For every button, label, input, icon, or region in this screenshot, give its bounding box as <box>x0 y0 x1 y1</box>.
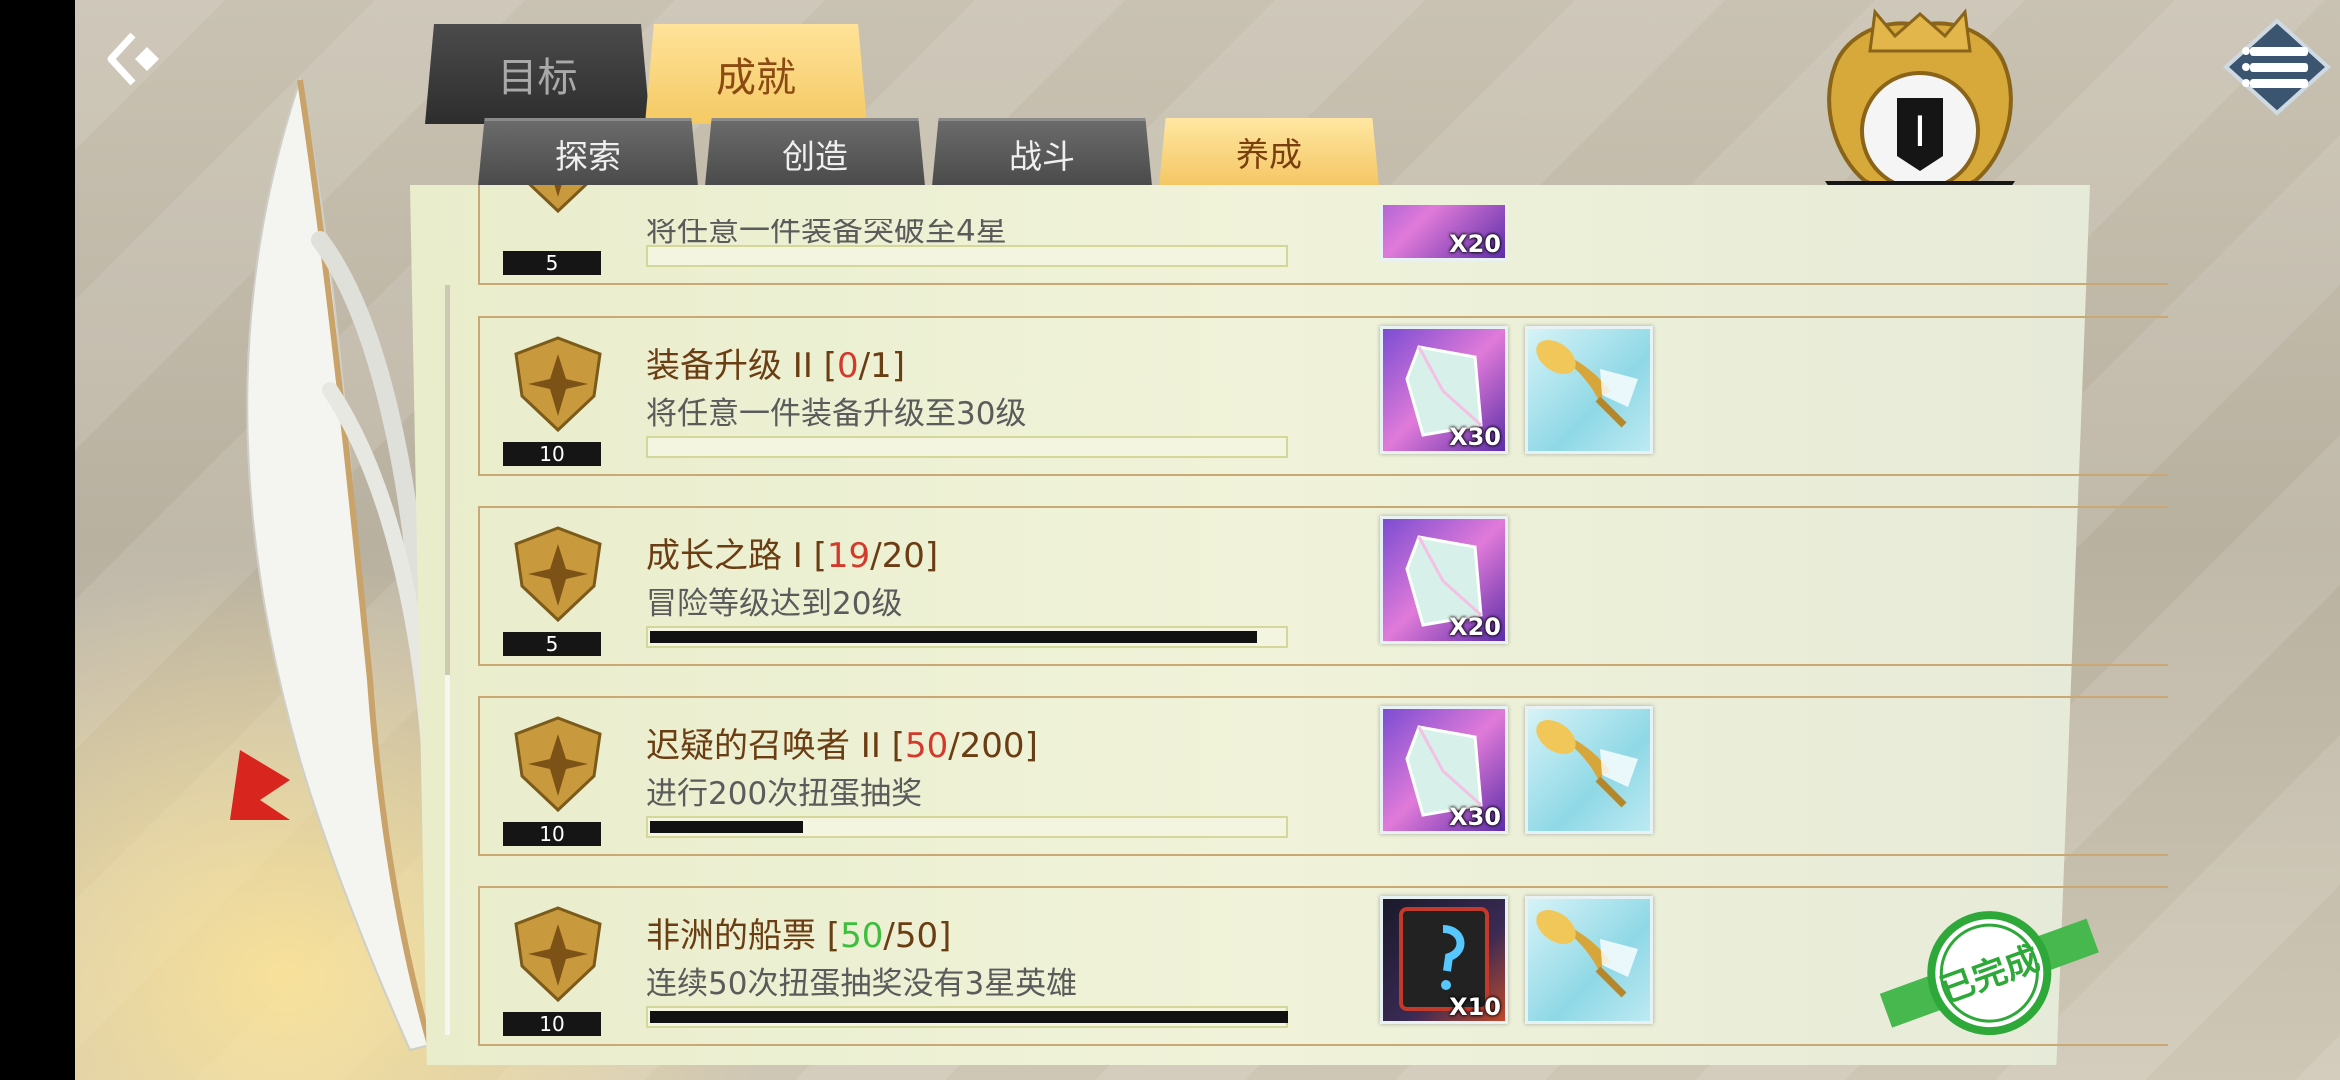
gold-shield-medal-icon <box>514 526 602 623</box>
achievement-title: 成长之路 I [19/20] <box>646 536 939 576</box>
reward-horn[interactable] <box>1525 896 1653 1024</box>
reward-qty: X10 <box>1449 993 1501 1021</box>
progress-fill <box>650 821 803 833</box>
points-badge: 5 <box>503 632 601 656</box>
achievement-row: 5 成长之路 I [19/20] 冒险等级达到20级 X20 <box>478 506 2168 666</box>
gold-shield-medal-icon <box>514 716 602 813</box>
achievement-row: 10 迟疑的召唤者 II [50/200] 进行200次扭蛋抽奖 X30 <box>478 696 2168 856</box>
reward-card[interactable]: X10 <box>1380 896 1508 1024</box>
reward-qty: X30 <box>1449 803 1501 831</box>
golden-horn-icon <box>1536 339 1638 428</box>
left-black-bar <box>0 0 75 1080</box>
progress-bar <box>646 245 1288 267</box>
menu-list-icon <box>2223 18 2331 116</box>
achievement-desc: 冒险等级达到20级 <box>646 586 903 622</box>
progress-bar <box>646 816 1288 838</box>
achievement-title: 迟疑的召唤者 II [50/200] <box>646 726 1038 766</box>
achievement-row: 10 装备升级 II [0/1] 将任意一件装备升级至30级 X30 <box>478 316 2168 476</box>
tab-goals[interactable]: 目标 <box>425 24 650 124</box>
reward-horn[interactable] <box>1525 706 1653 834</box>
gold-shield-medal-icon <box>514 336 602 433</box>
reward-qty: X30 <box>1449 423 1501 451</box>
golden-horn-icon <box>1536 909 1638 998</box>
achievement-desc: 将任意一件装备升级至30级 <box>646 396 1027 432</box>
points-badge: 10 <box>503 442 601 466</box>
gold-shield-medal-icon <box>514 906 602 1003</box>
back-button[interactable] <box>100 28 170 90</box>
back-arrow-icon <box>107 32 159 86</box>
achievement-row: 5 将任意一件装备突破至4星 X20 <box>478 125 2168 285</box>
progress-bar <box>646 626 1288 648</box>
reward-crystal[interactable]: X20 <box>1380 516 1508 644</box>
achievement-desc: 进行200次扭蛋抽奖 <box>646 776 923 812</box>
achievement-title: 非洲的船票 [50/50] <box>646 916 952 956</box>
achievement-desc: 连续50次扭蛋抽奖没有3星英雄 <box>646 966 1078 1002</box>
reward-crystal[interactable]: X30 <box>1380 706 1508 834</box>
points-badge: 10 <box>503 822 601 846</box>
points-badge: 5 <box>503 251 601 275</box>
menu-button[interactable] <box>2218 12 2336 122</box>
progress-fill <box>650 631 1257 643</box>
tab-achievements[interactable]: 成就 <box>645 24 867 124</box>
progress-bar <box>646 1006 1288 1028</box>
reward-qty: X20 <box>1449 230 1501 258</box>
reward-crystal[interactable]: X30 <box>1380 326 1508 454</box>
achievement-title: 装备升级 II [0/1] <box>646 346 905 386</box>
golden-horn-icon <box>1536 719 1638 808</box>
points-badge: 10 <box>503 1012 601 1036</box>
reward-horn[interactable] <box>1525 326 1653 454</box>
progress-fill <box>650 1011 1288 1023</box>
gold-shield-medal-icon <box>508 115 608 215</box>
progress-bar <box>646 436 1288 458</box>
completed-stamp: 已完成 <box>1880 911 2099 1036</box>
reward-qty: X20 <box>1449 613 1501 641</box>
scrollbar-thumb[interactable] <box>445 675 450 1035</box>
